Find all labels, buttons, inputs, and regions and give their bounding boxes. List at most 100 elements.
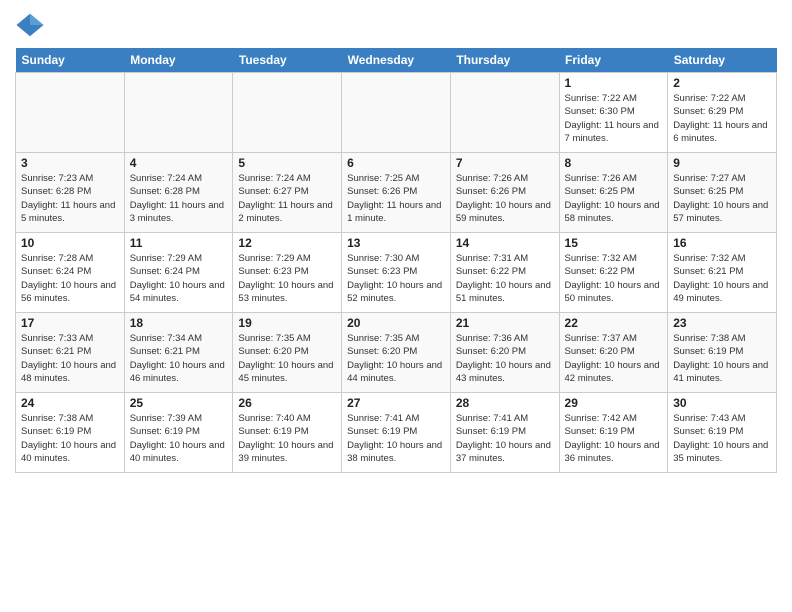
day-number: 3 — [21, 156, 119, 170]
calendar-cell: 7 Sunrise: 7:26 AM Sunset: 6:26 PM Daylig… — [450, 153, 559, 233]
calendar-cell: 16 Sunrise: 7:32 AM Sunset: 6:21 PM Dayli… — [668, 233, 777, 313]
day-number: 27 — [347, 396, 445, 410]
day-number: 28 — [456, 396, 554, 410]
weekday-header-row: SundayMondayTuesdayWednesdayThursdayFrid… — [16, 48, 777, 73]
calendar-cell: 6 Sunrise: 7:25 AM Sunset: 6:26 PM Daylig… — [342, 153, 451, 233]
weekday-header-sunday: Sunday — [16, 48, 125, 73]
logo-icon — [15, 10, 45, 40]
day-info: Sunrise: 7:40 AM Sunset: 6:19 PM Dayligh… — [238, 412, 336, 465]
day-number: 18 — [130, 316, 228, 330]
calendar-week-1: 1 Sunrise: 7:22 AM Sunset: 6:30 PM Daylig… — [16, 73, 777, 153]
calendar-cell — [16, 73, 125, 153]
day-info: Sunrise: 7:31 AM Sunset: 6:22 PM Dayligh… — [456, 252, 554, 305]
calendar-cell: 18 Sunrise: 7:34 AM Sunset: 6:21 PM Dayli… — [124, 313, 233, 393]
day-info: Sunrise: 7:43 AM Sunset: 6:19 PM Dayligh… — [673, 412, 771, 465]
day-info: Sunrise: 7:37 AM Sunset: 6:20 PM Dayligh… — [565, 332, 663, 385]
calendar-cell: 30 Sunrise: 7:43 AM Sunset: 6:19 PM Dayli… — [668, 393, 777, 473]
day-info: Sunrise: 7:35 AM Sunset: 6:20 PM Dayligh… — [347, 332, 445, 385]
day-number: 6 — [347, 156, 445, 170]
day-info: Sunrise: 7:32 AM Sunset: 6:21 PM Dayligh… — [673, 252, 771, 305]
day-info: Sunrise: 7:26 AM Sunset: 6:25 PM Dayligh… — [565, 172, 663, 225]
calendar-cell: 20 Sunrise: 7:35 AM Sunset: 6:20 PM Dayli… — [342, 313, 451, 393]
calendar-cell: 9 Sunrise: 7:27 AM Sunset: 6:25 PM Daylig… — [668, 153, 777, 233]
day-number: 29 — [565, 396, 663, 410]
day-number: 5 — [238, 156, 336, 170]
calendar-week-2: 3 Sunrise: 7:23 AM Sunset: 6:28 PM Daylig… — [16, 153, 777, 233]
calendar-week-4: 17 Sunrise: 7:33 AM Sunset: 6:21 PM Dayli… — [16, 313, 777, 393]
calendar-cell: 26 Sunrise: 7:40 AM Sunset: 6:19 PM Dayli… — [233, 393, 342, 473]
day-number: 19 — [238, 316, 336, 330]
calendar-cell: 1 Sunrise: 7:22 AM Sunset: 6:30 PM Daylig… — [559, 73, 668, 153]
calendar-cell: 12 Sunrise: 7:29 AM Sunset: 6:23 PM Dayli… — [233, 233, 342, 313]
day-number: 12 — [238, 236, 336, 250]
day-number: 17 — [21, 316, 119, 330]
day-info: Sunrise: 7:32 AM Sunset: 6:22 PM Dayligh… — [565, 252, 663, 305]
calendar-cell: 19 Sunrise: 7:35 AM Sunset: 6:20 PM Dayli… — [233, 313, 342, 393]
day-info: Sunrise: 7:23 AM Sunset: 6:28 PM Dayligh… — [21, 172, 119, 225]
calendar-cell: 25 Sunrise: 7:39 AM Sunset: 6:19 PM Dayli… — [124, 393, 233, 473]
day-number: 8 — [565, 156, 663, 170]
calendar-cell: 4 Sunrise: 7:24 AM Sunset: 6:28 PM Daylig… — [124, 153, 233, 233]
calendar-cell: 24 Sunrise: 7:38 AM Sunset: 6:19 PM Dayli… — [16, 393, 125, 473]
day-info: Sunrise: 7:42 AM Sunset: 6:19 PM Dayligh… — [565, 412, 663, 465]
calendar-cell: 27Sunrise: 7:41 AM Sunset: 6:19 PM Dayli… — [342, 393, 451, 473]
calendar-week-3: 10Sunrise: 7:28 AM Sunset: 6:24 PM Dayli… — [16, 233, 777, 313]
day-info: Sunrise: 7:27 AM Sunset: 6:25 PM Dayligh… — [673, 172, 771, 225]
page: SundayMondayTuesdayWednesdayThursdayFrid… — [0, 0, 792, 483]
day-number: 15 — [565, 236, 663, 250]
calendar-cell: 14Sunrise: 7:31 AM Sunset: 6:22 PM Dayli… — [450, 233, 559, 313]
day-info: Sunrise: 7:22 AM Sunset: 6:30 PM Dayligh… — [565, 92, 663, 145]
day-info: Sunrise: 7:29 AM Sunset: 6:23 PM Dayligh… — [238, 252, 336, 305]
calendar-cell: 3 Sunrise: 7:23 AM Sunset: 6:28 PM Daylig… — [16, 153, 125, 233]
day-number: 10 — [21, 236, 119, 250]
calendar-cell: 23Sunrise: 7:38 AM Sunset: 6:19 PM Dayli… — [668, 313, 777, 393]
weekday-header-wednesday: Wednesday — [342, 48, 451, 73]
calendar-cell: 17 Sunrise: 7:33 AM Sunset: 6:21 PM Dayli… — [16, 313, 125, 393]
weekday-header-monday: Monday — [124, 48, 233, 73]
day-number: 16 — [673, 236, 771, 250]
day-number: 30 — [673, 396, 771, 410]
day-info: Sunrise: 7:38 AM Sunset: 6:19 PM Dayligh… — [21, 412, 119, 465]
day-info: Sunrise: 7:39 AM Sunset: 6:19 PM Dayligh… — [130, 412, 228, 465]
calendar-cell — [124, 73, 233, 153]
day-number: 13 — [347, 236, 445, 250]
calendar-cell: 8 Sunrise: 7:26 AM Sunset: 6:25 PM Daylig… — [559, 153, 668, 233]
day-number: 9 — [673, 156, 771, 170]
day-info: Sunrise: 7:26 AM Sunset: 6:26 PM Dayligh… — [456, 172, 554, 225]
calendar-cell: 22Sunrise: 7:37 AM Sunset: 6:20 PM Dayli… — [559, 313, 668, 393]
calendar-cell: 13 Sunrise: 7:30 AM Sunset: 6:23 PM Dayli… — [342, 233, 451, 313]
logo — [15, 10, 49, 40]
day-number: 4 — [130, 156, 228, 170]
day-info: Sunrise: 7:30 AM Sunset: 6:23 PM Dayligh… — [347, 252, 445, 305]
day-info: Sunrise: 7:35 AM Sunset: 6:20 PM Dayligh… — [238, 332, 336, 385]
day-info: Sunrise: 7:24 AM Sunset: 6:28 PM Dayligh… — [130, 172, 228, 225]
day-info: Sunrise: 7:36 AM Sunset: 6:20 PM Dayligh… — [456, 332, 554, 385]
calendar-cell: 15 Sunrise: 7:32 AM Sunset: 6:22 PM Dayli… — [559, 233, 668, 313]
day-info: Sunrise: 7:25 AM Sunset: 6:26 PM Dayligh… — [347, 172, 445, 225]
calendar-cell: 11Sunrise: 7:29 AM Sunset: 6:24 PM Dayli… — [124, 233, 233, 313]
calendar-cell — [450, 73, 559, 153]
calendar-cell: 5Sunrise: 7:24 AM Sunset: 6:27 PM Daylig… — [233, 153, 342, 233]
day-number: 7 — [456, 156, 554, 170]
day-number: 20 — [347, 316, 445, 330]
weekday-header-saturday: Saturday — [668, 48, 777, 73]
calendar-cell: 10Sunrise: 7:28 AM Sunset: 6:24 PM Dayli… — [16, 233, 125, 313]
day-number: 24 — [21, 396, 119, 410]
weekday-header-thursday: Thursday — [450, 48, 559, 73]
calendar-cell — [342, 73, 451, 153]
day-info: Sunrise: 7:41 AM Sunset: 6:19 PM Dayligh… — [456, 412, 554, 465]
day-number: 2 — [673, 76, 771, 90]
day-info: Sunrise: 7:38 AM Sunset: 6:19 PM Dayligh… — [673, 332, 771, 385]
calendar-cell: 2 Sunrise: 7:22 AM Sunset: 6:29 PM Daylig… — [668, 73, 777, 153]
day-number: 1 — [565, 76, 663, 90]
day-info: Sunrise: 7:33 AM Sunset: 6:21 PM Dayligh… — [21, 332, 119, 385]
weekday-header-friday: Friday — [559, 48, 668, 73]
day-number: 21 — [456, 316, 554, 330]
calendar-week-5: 24 Sunrise: 7:38 AM Sunset: 6:19 PM Dayli… — [16, 393, 777, 473]
day-info: Sunrise: 7:34 AM Sunset: 6:21 PM Dayligh… — [130, 332, 228, 385]
calendar-cell: 29 Sunrise: 7:42 AM Sunset: 6:19 PM Dayli… — [559, 393, 668, 473]
day-number: 26 — [238, 396, 336, 410]
day-info: Sunrise: 7:22 AM Sunset: 6:29 PM Dayligh… — [673, 92, 771, 145]
day-number: 25 — [130, 396, 228, 410]
day-info: Sunrise: 7:29 AM Sunset: 6:24 PM Dayligh… — [130, 252, 228, 305]
